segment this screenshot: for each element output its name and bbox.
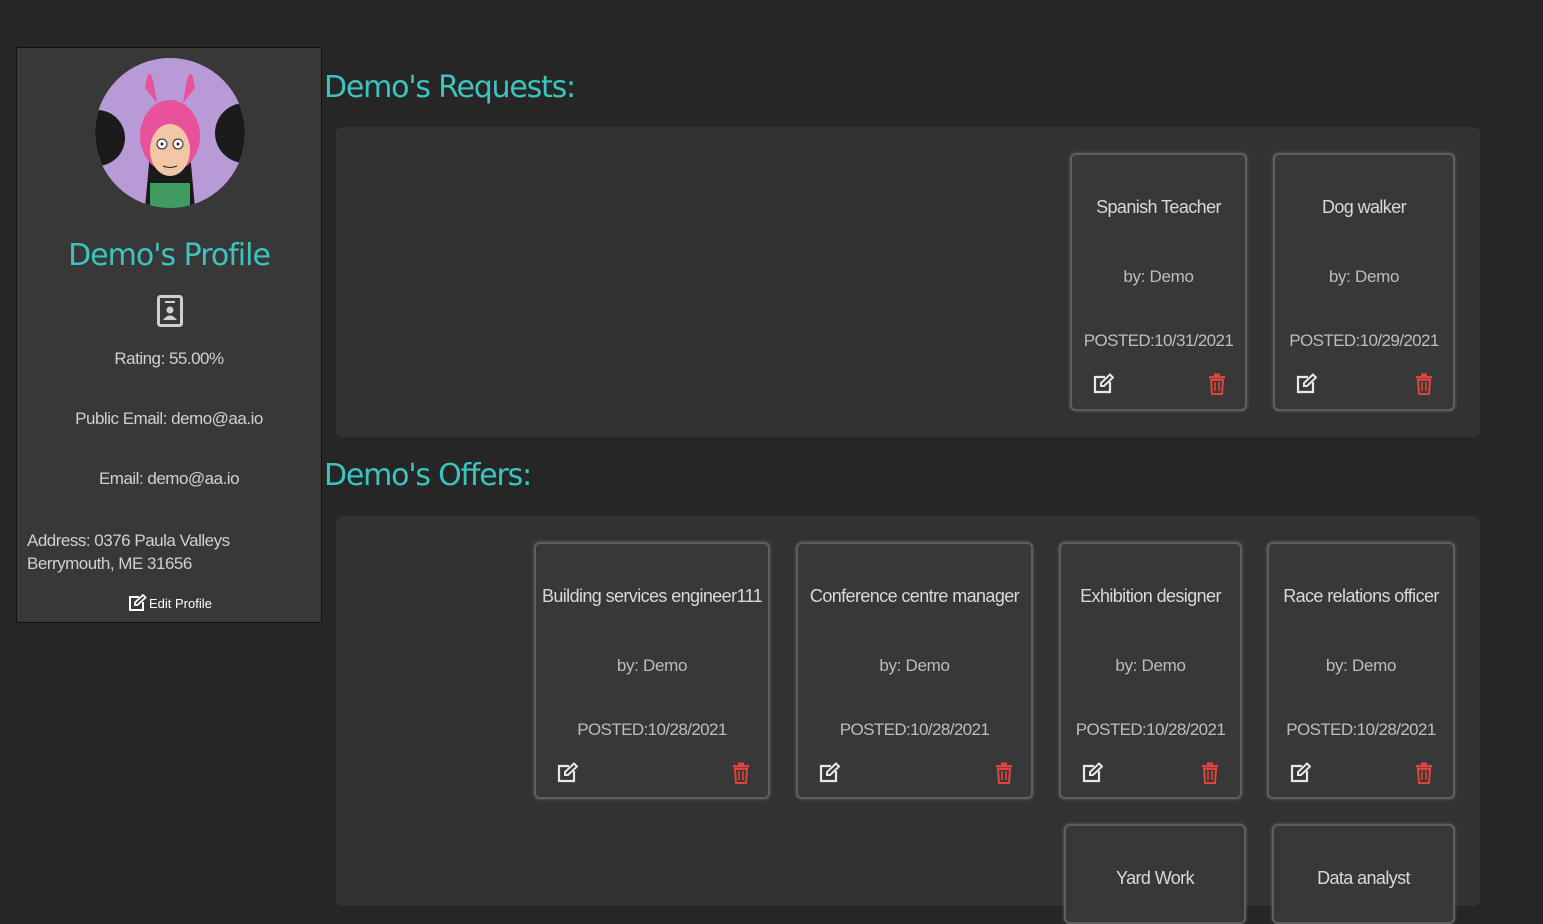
offer-card[interactable]: Data analyst <box>1272 824 1455 924</box>
offer-card[interactable]: Race relations officer by: Demo POSTED:1… <box>1267 542 1455 799</box>
id-badge-icon <box>157 295 183 327</box>
trash-icon[interactable] <box>732 762 750 784</box>
request-card[interactable]: Dog walker by: Demo POSTED:10/29/2021 <box>1273 153 1455 411</box>
card-posted-date: POSTED:10/31/2021 <box>1083 331 1234 350</box>
edit-icon[interactable] <box>1295 373 1317 395</box>
address-line-1: Address: 0376 Paula Valleys <box>27 531 230 550</box>
avatar-image <box>95 58 245 208</box>
offers-panel: Building services engineer111 by: Demo P… <box>336 516 1480 924</box>
card-title: Exhibition designer <box>1080 586 1221 606</box>
edit-icon[interactable] <box>818 762 840 784</box>
card-posted-date: POSTED:10/29/2021 <box>1289 331 1439 350</box>
card-posted-date: POSTED:10/28/2021 <box>1075 720 1226 739</box>
edit-profile-label: Edit Profile <box>149 595 212 611</box>
offers-heading: Demo's Offers: <box>324 458 532 493</box>
trash-icon[interactable] <box>1208 373 1226 395</box>
trash-icon[interactable] <box>1201 762 1219 784</box>
card-title: Race relations officer <box>1283 586 1439 606</box>
card-author: by: Demo <box>616 656 688 675</box>
card-title: Building services engineer111 <box>541 586 763 606</box>
rating-text: Rating: 55.00% <box>114 349 224 368</box>
email-text: Email: demo@aa.io <box>98 469 240 488</box>
address-line-2: Berrymouth, ME 31656 <box>27 554 192 573</box>
card-author: by: Demo <box>1325 656 1397 675</box>
edit-icon <box>129 594 147 611</box>
edit-icon[interactable] <box>556 762 578 784</box>
trash-icon[interactable] <box>1415 762 1433 784</box>
requests-heading: Demo's Requests: <box>324 70 576 105</box>
card-posted-date: POSTED:10/28/2021 <box>1286 720 1436 739</box>
edit-icon[interactable] <box>1092 373 1114 395</box>
card-posted-date: POSTED:10/28/2021 <box>839 720 990 739</box>
card-title: Data analyst <box>1317 868 1410 888</box>
card-posted-date: POSTED:10/28/2021 <box>577 720 727 739</box>
card-author: by: Demo <box>1123 267 1194 286</box>
card-title: Dog walker <box>1321 197 1407 217</box>
card-author: by: Demo <box>1328 267 1400 286</box>
edit-icon[interactable] <box>1289 762 1311 784</box>
card-author: by: Demo <box>1115 656 1186 675</box>
address-text: Address: 0376 Paula Valleys Berrymouth, … <box>27 529 307 575</box>
profile-card: Demo's Profile Rating: 55.00% Public Ema… <box>16 47 322 623</box>
avatar <box>95 58 245 208</box>
card-title: Conference centre manager <box>809 586 1020 606</box>
offer-card[interactable]: Yard Work <box>1064 824 1246 924</box>
card-author: by: Demo <box>879 656 950 675</box>
offer-card[interactable]: Building services engineer111 by: Demo P… <box>534 542 770 799</box>
edit-profile-button[interactable]: Edit Profile <box>127 594 212 612</box>
public-email-text: Public Email: demo@aa.io <box>75 409 263 428</box>
requests-panel: Spanish Teacher by: Demo POSTED:10/31/20… <box>336 127 1480 437</box>
offer-card[interactable]: Conference centre manager by: Demo POSTE… <box>796 542 1033 799</box>
profile-title: Demo's Profile <box>68 238 271 273</box>
trash-icon[interactable] <box>995 762 1013 784</box>
trash-icon[interactable] <box>1415 373 1433 395</box>
card-title: Spanish Teacher <box>1096 197 1221 217</box>
edit-icon[interactable] <box>1081 762 1103 784</box>
card-title: Yard Work <box>1116 868 1195 888</box>
offer-card[interactable]: Exhibition designer by: Demo POSTED:10/2… <box>1059 542 1242 799</box>
request-card[interactable]: Spanish Teacher by: Demo POSTED:10/31/20… <box>1070 153 1247 411</box>
